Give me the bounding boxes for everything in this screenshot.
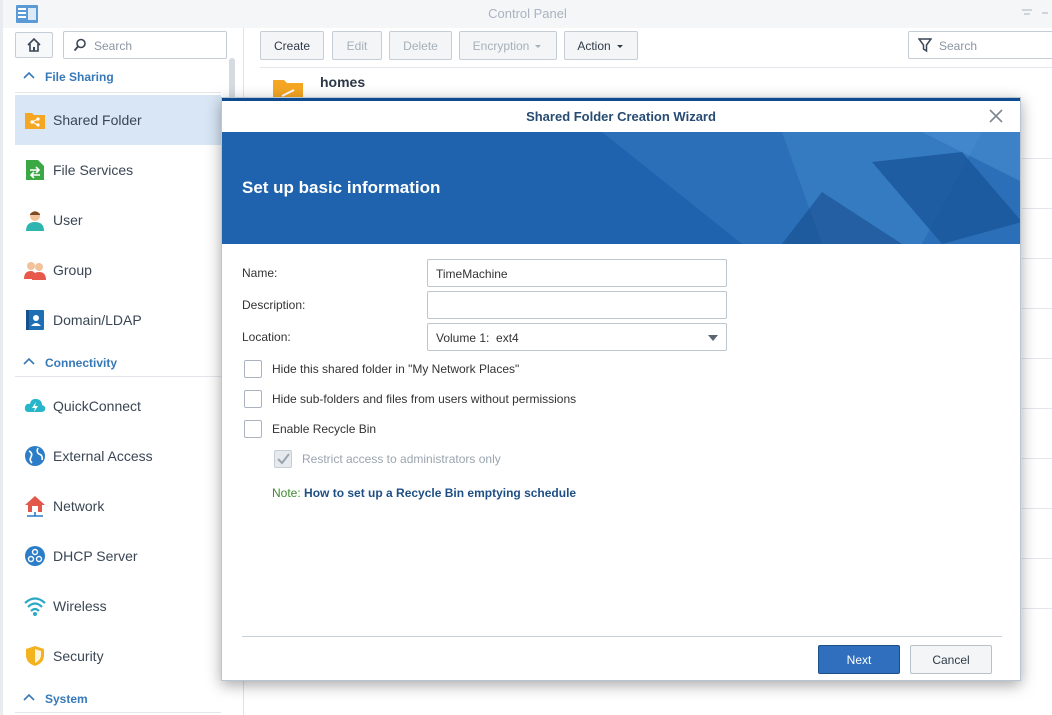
footer-divider	[242, 636, 1002, 637]
checkbox-label: Restrict access to administrators only	[302, 452, 501, 466]
sidebar-item-network[interactable]: Network	[15, 481, 221, 531]
location-select[interactable]: Volume 1: ext4	[427, 323, 727, 351]
section-file-sharing[interactable]: File Sharing	[15, 66, 221, 88]
chevron-up-icon	[23, 71, 35, 79]
sidebar-item-user[interactable]: User	[15, 195, 221, 245]
encryption-label: Encryption	[472, 38, 530, 53]
sidebar-search-placeholder: Search	[94, 39, 133, 53]
chevron-up-icon	[23, 693, 35, 701]
window-pin-icon[interactable]	[1018, 6, 1048, 20]
quickconnect-icon	[24, 398, 46, 412]
sidebar-item-security[interactable]: Security	[15, 631, 221, 681]
restrict-admins-checkbox	[274, 450, 292, 468]
filter-search-placeholder: Search	[939, 39, 978, 53]
user-icon	[26, 211, 44, 231]
wizard-step-title: Set up basic information	[242, 178, 441, 197]
sidebar-item-label: DHCP Server	[53, 548, 138, 564]
sidebar-item-label: File Services	[53, 162, 134, 178]
section-connectivity[interactable]: Connectivity	[15, 352, 221, 374]
dhcp-server-icon	[25, 546, 45, 566]
next-button[interactable]: Next	[818, 645, 900, 674]
network-icon	[25, 496, 45, 517]
close-icon[interactable]	[988, 108, 1004, 124]
sidebar-item-label: Shared Folder	[53, 112, 142, 128]
cancel-button[interactable]: Cancel	[910, 645, 992, 674]
encryption-dropdown[interactable]: Encryption	[459, 31, 557, 60]
filter-search-input[interactable]: Search	[908, 31, 1052, 59]
sidebar-item-label: External Access	[53, 448, 153, 464]
window-title: Control Panel	[488, 6, 567, 21]
home-button[interactable]	[15, 32, 53, 58]
sidebar-item-file-services[interactable]: File Services	[15, 145, 221, 195]
checkbox-label: Hide this shared folder in "My Network P…	[272, 362, 520, 376]
sidebar-item-dhcp-server[interactable]: DHCP Server	[15, 531, 221, 581]
sidebar-item-quickconnect[interactable]: QuickConnect	[15, 381, 221, 431]
edit-button[interactable]: Edit	[332, 31, 382, 60]
action-dropdown[interactable]: Action	[564, 31, 638, 60]
search-icon	[73, 38, 86, 52]
sidebar-item-label: Network	[53, 498, 105, 514]
sidebar-item-shared-folder[interactable]: Shared Folder	[15, 95, 221, 145]
location-value: Volume 1: ext4	[436, 331, 519, 345]
sidebar-item-external-access[interactable]: External Access	[15, 431, 221, 481]
group-icon	[24, 262, 46, 280]
delete-button[interactable]: Delete	[389, 31, 452, 60]
external-access-icon	[25, 446, 45, 466]
sidebar-item-group[interactable]: Group	[15, 245, 221, 295]
location-label: Location:	[242, 330, 291, 344]
wizard-titlebar: Shared Folder Creation Wizard	[222, 98, 1020, 132]
name-value: TimeMachine	[436, 267, 508, 281]
sidebar-item-label: User	[53, 212, 83, 228]
sidebar-item-label: Wireless	[53, 598, 107, 614]
section-label: Connectivity	[45, 356, 118, 370]
create-button[interactable]: Create	[260, 31, 324, 60]
file-services-icon	[26, 160, 44, 180]
sidebar-item-wireless[interactable]: Wireless	[15, 581, 221, 631]
sidebar-item-label: QuickConnect	[53, 398, 141, 414]
chevron-up-icon	[23, 357, 35, 365]
description-field[interactable]	[427, 291, 727, 319]
sidebar-item-label: Group	[53, 262, 92, 278]
note-prefix: Note:	[272, 486, 301, 500]
recycle-bin-schedule-link[interactable]: How to set up a Recycle Bin emptying sch…	[304, 486, 576, 500]
checkbox-label: Enable Recycle Bin	[272, 422, 377, 436]
wizard-banner: Set up basic information	[222, 132, 1020, 244]
hide-subfolders-checkbox[interactable]	[244, 390, 262, 408]
sidebar-item-domain-ldap[interactable]: Domain/LDAP	[15, 295, 221, 345]
checkmark-icon	[277, 453, 290, 465]
description-label: Description:	[242, 298, 306, 312]
chevron-down-icon	[708, 335, 718, 341]
shared-folder-icon	[25, 113, 45, 129]
domain-ldap-icon	[26, 310, 44, 330]
security-shield-icon	[26, 646, 44, 666]
enable-recycle-bin-checkbox[interactable]	[244, 420, 262, 438]
name-field[interactable]: TimeMachine	[427, 259, 727, 287]
sidebar: Search File Sharing Shared Folder File S…	[3, 28, 243, 715]
window-controls[interactable]	[1018, 6, 1048, 23]
filter-icon	[918, 38, 932, 53]
checkbox-label: Hide sub-folders and files from users wi…	[272, 392, 577, 406]
sidebar-item-label: Domain/LDAP	[53, 312, 142, 328]
caret-down-icon	[616, 44, 623, 48]
control-panel-titlebar: Control Panel	[3, 0, 1052, 28]
sidebar-item-label: Security	[53, 648, 104, 664]
name-label: Name:	[242, 266, 278, 280]
section-label: System	[45, 692, 88, 706]
wireless-icon	[24, 597, 46, 616]
shared-folder-creation-wizard: Shared Folder Creation Wizard Set up bas…	[221, 97, 1021, 681]
hide-network-places-checkbox[interactable]	[244, 360, 262, 378]
section-label: File Sharing	[45, 70, 114, 84]
wizard-title: Shared Folder Creation Wizard	[526, 109, 716, 124]
list-item-name: homes	[320, 74, 366, 90]
recycle-bin-note: Note: How to set up a Recycle Bin emptyi…	[272, 486, 576, 500]
home-icon	[27, 37, 41, 52]
caret-down-icon	[535, 44, 542, 48]
action-label: Action	[577, 38, 611, 53]
list-divider	[260, 67, 1052, 68]
sidebar-search-input[interactable]: Search	[63, 31, 227, 59]
section-system[interactable]: System	[15, 688, 221, 710]
